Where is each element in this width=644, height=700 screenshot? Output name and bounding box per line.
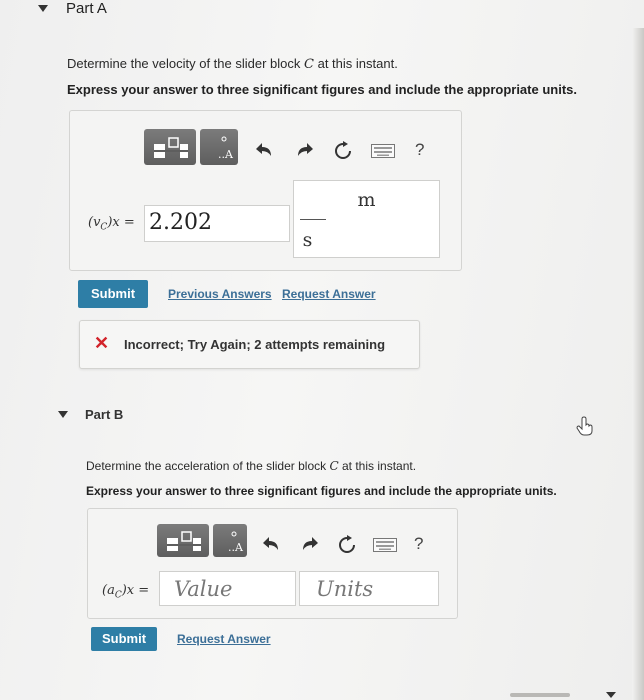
part-b-value-input[interactable]: Value — [159, 571, 296, 606]
templates-icon — [154, 137, 188, 158]
scrollbar-track[interactable] — [632, 28, 644, 700]
part-b-answer-label: (aC)x = — [102, 583, 150, 601]
keyboard-icon[interactable] — [371, 144, 395, 158]
question-variable: C — [329, 459, 339, 473]
incorrect-icon: ✕ — [94, 333, 110, 353]
symbols-icon: ..A — [228, 531, 244, 554]
redo-icon[interactable] — [301, 536, 319, 552]
part-b-units-input[interactable]: Units — [299, 571, 439, 606]
templates-button[interactable] — [157, 524, 209, 557]
part-a-submit-button[interactable]: Submit — [78, 280, 148, 308]
reset-icon[interactable] — [337, 535, 357, 555]
part-b-instruction: Express your answer to three significant… — [86, 484, 557, 498]
part-b-request-answer-link[interactable]: Request Answer — [177, 632, 271, 646]
question-text: Determine the acceleration of the slider… — [86, 459, 327, 473]
part-a-title[interactable]: Part A — [66, 0, 107, 17]
symbols-icon: ..A — [218, 136, 234, 161]
question-text: Determine the velocity of the slider blo… — [67, 56, 301, 71]
question-variable: C — [304, 57, 314, 72]
unit-denominator[interactable]: s — [235, 229, 380, 251]
part-a-question: Determine the velocity of the slider blo… — [67, 56, 398, 72]
question-text-end: at this instant. — [342, 459, 417, 473]
part-a-answer-label: (vC)x = — [88, 215, 135, 233]
svg-text:..A: ..A — [218, 148, 234, 161]
scroll-thumb[interactable] — [510, 693, 570, 697]
redo-icon[interactable] — [296, 142, 314, 158]
undo-icon[interactable] — [255, 142, 273, 158]
collapse-part-a-icon[interactable] — [38, 5, 48, 12]
templates-icon — [167, 531, 201, 551]
part-a-units-input[interactable]: m s — [293, 180, 440, 258]
part-b-question: Determine the acceleration of the slider… — [86, 459, 416, 473]
part-b-submit-button[interactable]: Submit — [91, 627, 157, 651]
next-part-arrow-icon[interactable] — [606, 692, 616, 698]
symbols-button[interactable]: ..A — [213, 524, 247, 557]
fraction-bar — [300, 219, 326, 220]
help-icon[interactable]: ? — [414, 534, 423, 554]
templates-button[interactable] — [144, 129, 196, 165]
collapse-part-b-icon[interactable] — [58, 411, 68, 418]
undo-icon[interactable] — [262, 536, 280, 552]
feedback-message: ✕ Incorrect; Try Again; 2 attempts remai… — [79, 320, 420, 369]
part-b-title[interactable]: Part B — [85, 407, 123, 422]
feedback-text: Incorrect; Try Again; 2 attempts remaini… — [124, 337, 386, 352]
help-icon[interactable]: ? — [415, 140, 424, 160]
part-a-instruction: Express your answer to three significant… — [67, 82, 577, 97]
hand-cursor-icon — [576, 416, 593, 436]
previous-answers-link[interactable]: Previous Answers — [168, 287, 272, 301]
svg-text:..A: ..A — [228, 541, 244, 554]
unit-numerator[interactable]: m — [294, 189, 439, 211]
reset-icon[interactable] — [333, 141, 353, 161]
part-a-request-answer-link[interactable]: Request Answer — [282, 287, 376, 301]
keyboard-icon[interactable] — [373, 538, 397, 552]
symbols-button[interactable]: ..A — [200, 129, 238, 165]
question-text-end: at this instant. — [317, 56, 398, 71]
